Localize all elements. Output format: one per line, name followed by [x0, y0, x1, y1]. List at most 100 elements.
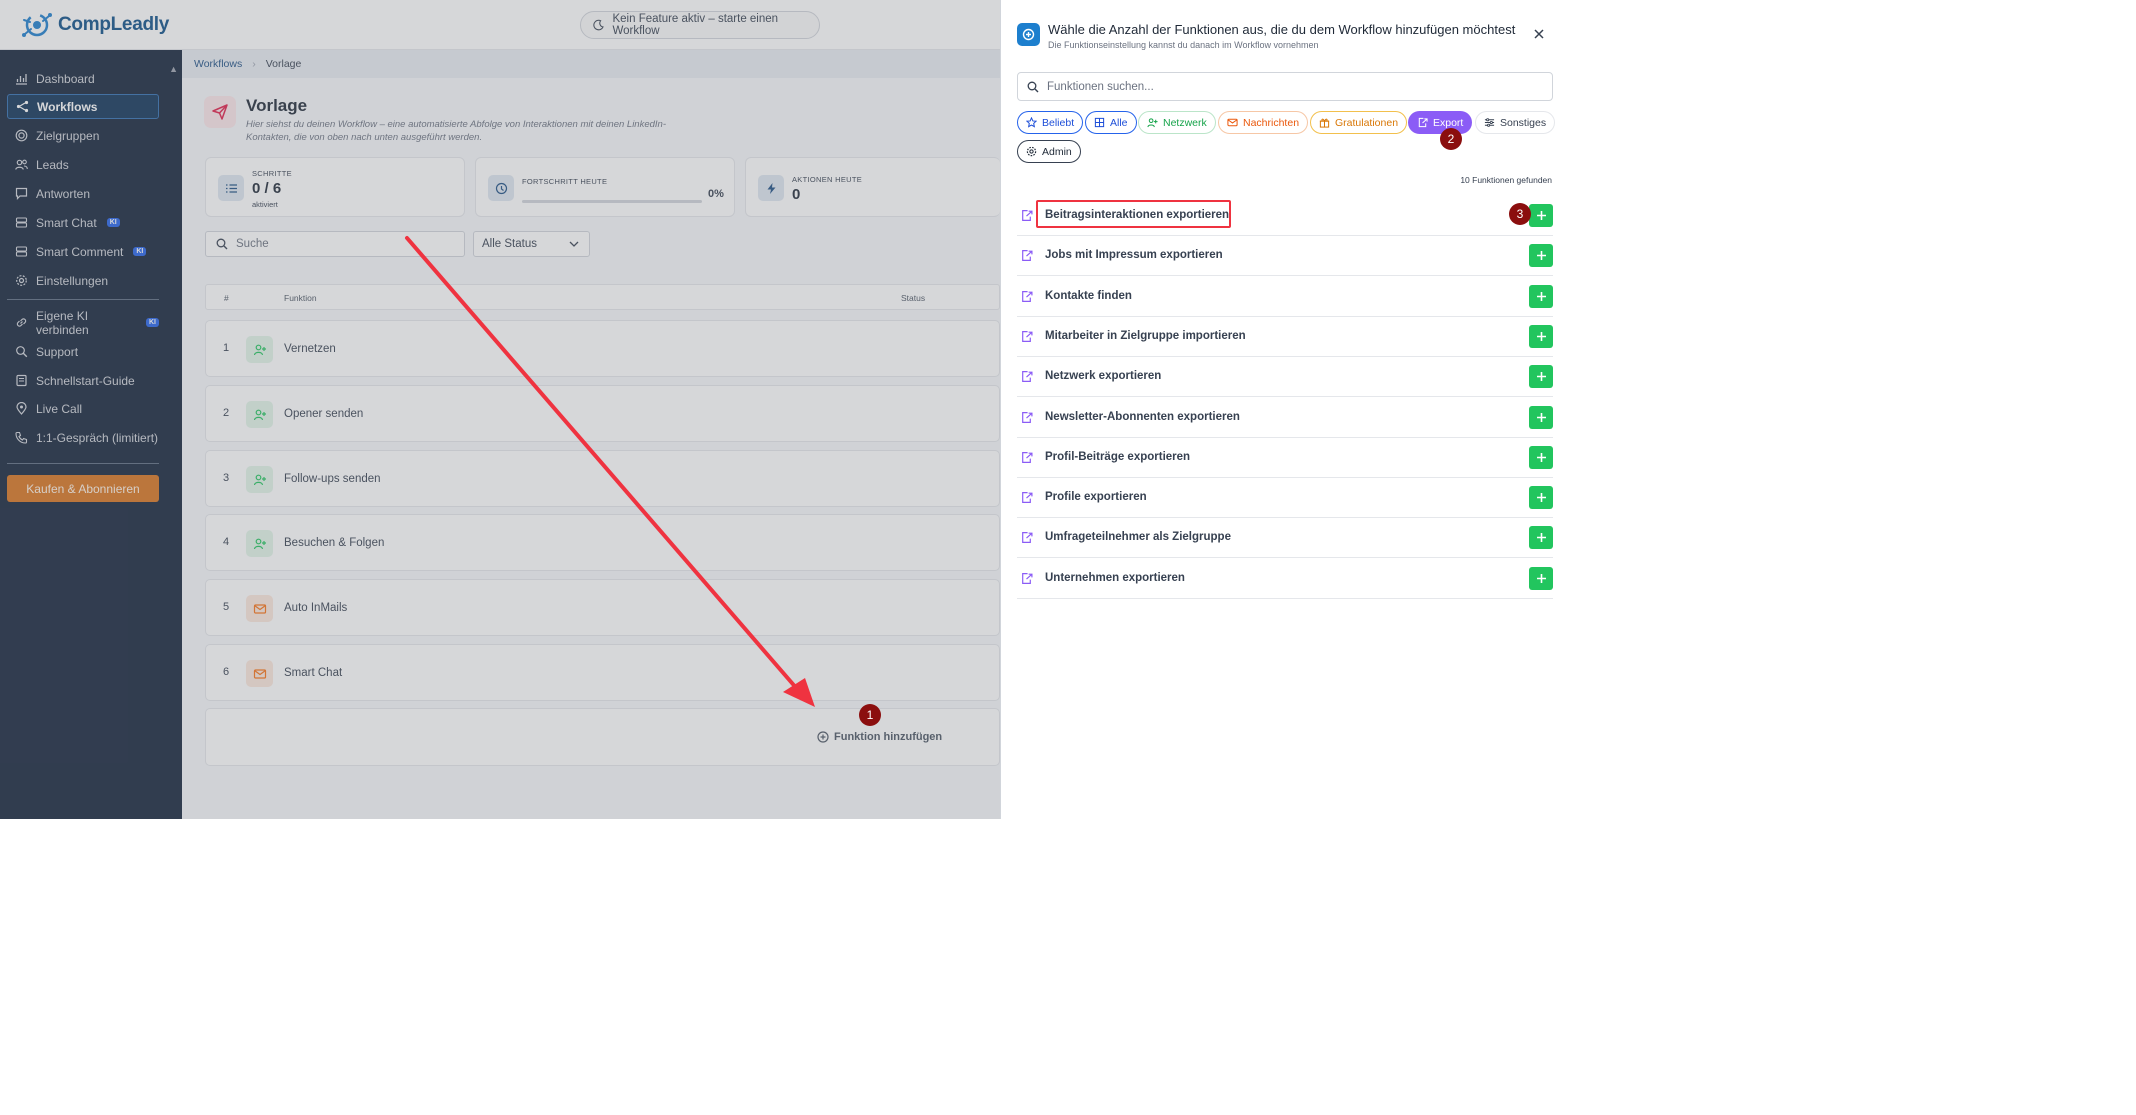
table-row[interactable]: 3 Follow-ups senden	[205, 450, 1000, 507]
export-icon	[1022, 210, 1033, 221]
row-function-name: Besuchen & Folgen	[284, 537, 385, 549]
filter-chip-sonstiges[interactable]: Sonstiges	[1475, 111, 1556, 134]
sidebar-item-live-call[interactable]: Live Call	[7, 396, 159, 421]
filter-chip-nachrichten[interactable]: Nachrichten	[1218, 111, 1309, 134]
user-plus-icon	[246, 401, 273, 428]
add-function-plus-button[interactable]	[1529, 486, 1553, 510]
filter-chip-netzwerk[interactable]: Netzwerk	[1138, 111, 1216, 134]
add-function-plus-button[interactable]	[1529, 324, 1553, 348]
gear-icon	[1026, 146, 1037, 157]
search-icon	[216, 238, 228, 250]
add-function-button[interactable]: Funktion hinzufügen	[817, 731, 942, 743]
plus-icon	[1536, 412, 1546, 422]
gauge-icon	[488, 175, 514, 201]
plus-icon	[1536, 331, 1546, 341]
sidebar-item-workflows[interactable]: Workflows	[7, 94, 159, 119]
chat-stack-icon	[15, 217, 28, 228]
row-function-name: Smart Chat	[284, 667, 343, 679]
row-function-name: Vernetzen	[284, 343, 336, 355]
user-plus-icon	[246, 466, 273, 493]
ki-badge: KI	[133, 247, 147, 256]
filter-chip-gratulationen[interactable]: Gratulationen	[1310, 111, 1408, 134]
table-row[interactable]: 4 Besuchen & Folgen	[205, 514, 1000, 571]
sidebar-item-schnellstart[interactable]: Schnellstart-Guide	[7, 368, 159, 393]
add-function-plus-button[interactable]	[1529, 365, 1553, 389]
add-function-plus-button[interactable]	[1529, 566, 1553, 590]
function-list-item[interactable]: Kontakte finden	[1017, 277, 1553, 317]
row-number: 5	[223, 601, 230, 613]
panel-title: Wähle die Anzahl der Funktionen aus, die…	[1048, 22, 1516, 37]
export-icon	[1022, 572, 1033, 584]
book-icon	[16, 374, 27, 387]
function-list-item[interactable]: Jobs mit Impressum exportieren	[1017, 236, 1553, 277]
add-function-panel: Wähle die Anzahl der Funktionen aus, die…	[1000, 0, 1568, 819]
function-list-item[interactable]: Netzwerk exportieren	[1017, 357, 1553, 398]
sidebar-item-label: Antworten	[36, 186, 91, 201]
function-list-item[interactable]: Mitarbeiter in Zielgruppe importieren	[1017, 317, 1553, 357]
users-icon	[15, 159, 28, 170]
feature-status-pill[interactable]: Kein Feature aktiv – starte einen Workfl…	[580, 11, 820, 39]
buy-subscribe-button[interactable]: Kaufen & Abonnieren	[7, 475, 159, 502]
brand-logo[interactable]: CompLeadly	[20, 8, 169, 42]
collapse-caret-icon[interactable]: ▲	[169, 64, 178, 74]
table-row[interactable]: 6 Smart Chat	[205, 644, 1000, 701]
sidebar-item-einstellungen[interactable]: Einstellungen	[7, 268, 159, 293]
function-list-item[interactable]: Newsletter-Abonnenten exportieren	[1017, 398, 1553, 438]
stat-card-steps: SCHRITTE 0 / 6 aktiviert	[205, 157, 465, 217]
status-filter-value: Alle Status	[482, 238, 537, 250]
status-filter-select[interactable]: Alle Status	[473, 231, 590, 257]
sidebar-item-eigene-ki[interactable]: Eigene KI verbinden KI	[7, 309, 159, 337]
function-search-input[interactable]: Funktionen suchen...	[1017, 72, 1553, 101]
export-icon	[1022, 371, 1033, 383]
sidebar: ▲ Dashboard Workflows Zielgruppen Leads …	[0, 50, 182, 819]
add-function-plus-button[interactable]	[1529, 284, 1553, 308]
mail-icon	[246, 595, 273, 622]
add-function-plus-button[interactable]	[1529, 526, 1553, 550]
close-icon[interactable]	[1532, 27, 1546, 41]
row-function-name: Follow-ups senden	[284, 473, 381, 485]
step-badge-2: 2	[1440, 128, 1462, 150]
breadcrumb-workflows-link[interactable]: Workflows	[194, 58, 242, 70]
gift-icon	[1319, 118, 1330, 128]
highlight-annotation-box	[1036, 200, 1231, 228]
function-list-item[interactable]: Umfrageteilnehmer als Zielgruppe	[1017, 518, 1553, 559]
filter-chip-alle[interactable]: Alle	[1085, 111, 1137, 134]
chip-label: Admin	[1042, 145, 1072, 158]
sidebar-item-dashboard[interactable]: Dashboard	[7, 66, 159, 91]
add-function-plus-button[interactable]	[1529, 405, 1553, 429]
user-plus-icon	[246, 336, 273, 363]
breadcrumb-separator-icon: ›	[252, 58, 256, 70]
search-placeholder: Suche	[236, 238, 269, 250]
sidebar-item-label: Support	[36, 344, 79, 359]
table-row[interactable]: 1 Vernetzen	[205, 320, 1000, 377]
sidebar-item-support[interactable]: Support	[7, 339, 159, 364]
filter-chip-admin[interactable]: Admin	[1017, 140, 1081, 163]
sidebar-item-leads[interactable]: Leads	[7, 152, 159, 177]
sidebar-item-smart-chat[interactable]: Smart Chat KI	[7, 210, 159, 235]
filter-chip-export[interactable]: Export	[1408, 111, 1473, 134]
table-row[interactable]: 2 Opener senden	[205, 385, 1000, 442]
function-list-item[interactable]: Profile exportieren	[1017, 478, 1553, 519]
function-name: Unternehmen exportieren	[1045, 571, 1185, 584]
add-function-plus-button[interactable]	[1529, 445, 1553, 469]
list-icon	[218, 175, 244, 201]
function-list-item[interactable]: Profil-Beiträge exportieren	[1017, 438, 1553, 478]
table-row[interactable]: 5 Auto InMails	[205, 579, 1000, 636]
stat-value: 0 / 6	[252, 180, 282, 197]
plus-icon	[1536, 573, 1546, 583]
sidebar-item-zielgruppen[interactable]: Zielgruppen	[7, 123, 159, 148]
ki-badge: KI	[146, 318, 159, 327]
add-function-plus-button[interactable]	[1529, 204, 1553, 227]
add-function-plus-button[interactable]	[1529, 244, 1553, 268]
sidebar-item-antworten[interactable]: Antworten	[7, 181, 159, 206]
workflow-search-input[interactable]: Suche	[205, 231, 465, 257]
feature-status-text: Kein Feature aktiv – starte einen Workfl…	[612, 13, 779, 37]
link-icon	[16, 318, 27, 327]
logo-icon	[22, 13, 52, 37]
filter-chip-beliebt[interactable]: Beliebt	[1017, 111, 1084, 134]
chip-label: Beliebt	[1042, 116, 1075, 129]
function-list-item[interactable]: Unternehmen exportieren	[1017, 559, 1553, 599]
sidebar-item-smart-comment[interactable]: Smart Comment KI	[7, 239, 159, 264]
sidebar-item-gespraech[interactable]: 1:1-Gespräch (limitiert)	[7, 425, 159, 450]
sidebar-divider	[7, 463, 159, 464]
